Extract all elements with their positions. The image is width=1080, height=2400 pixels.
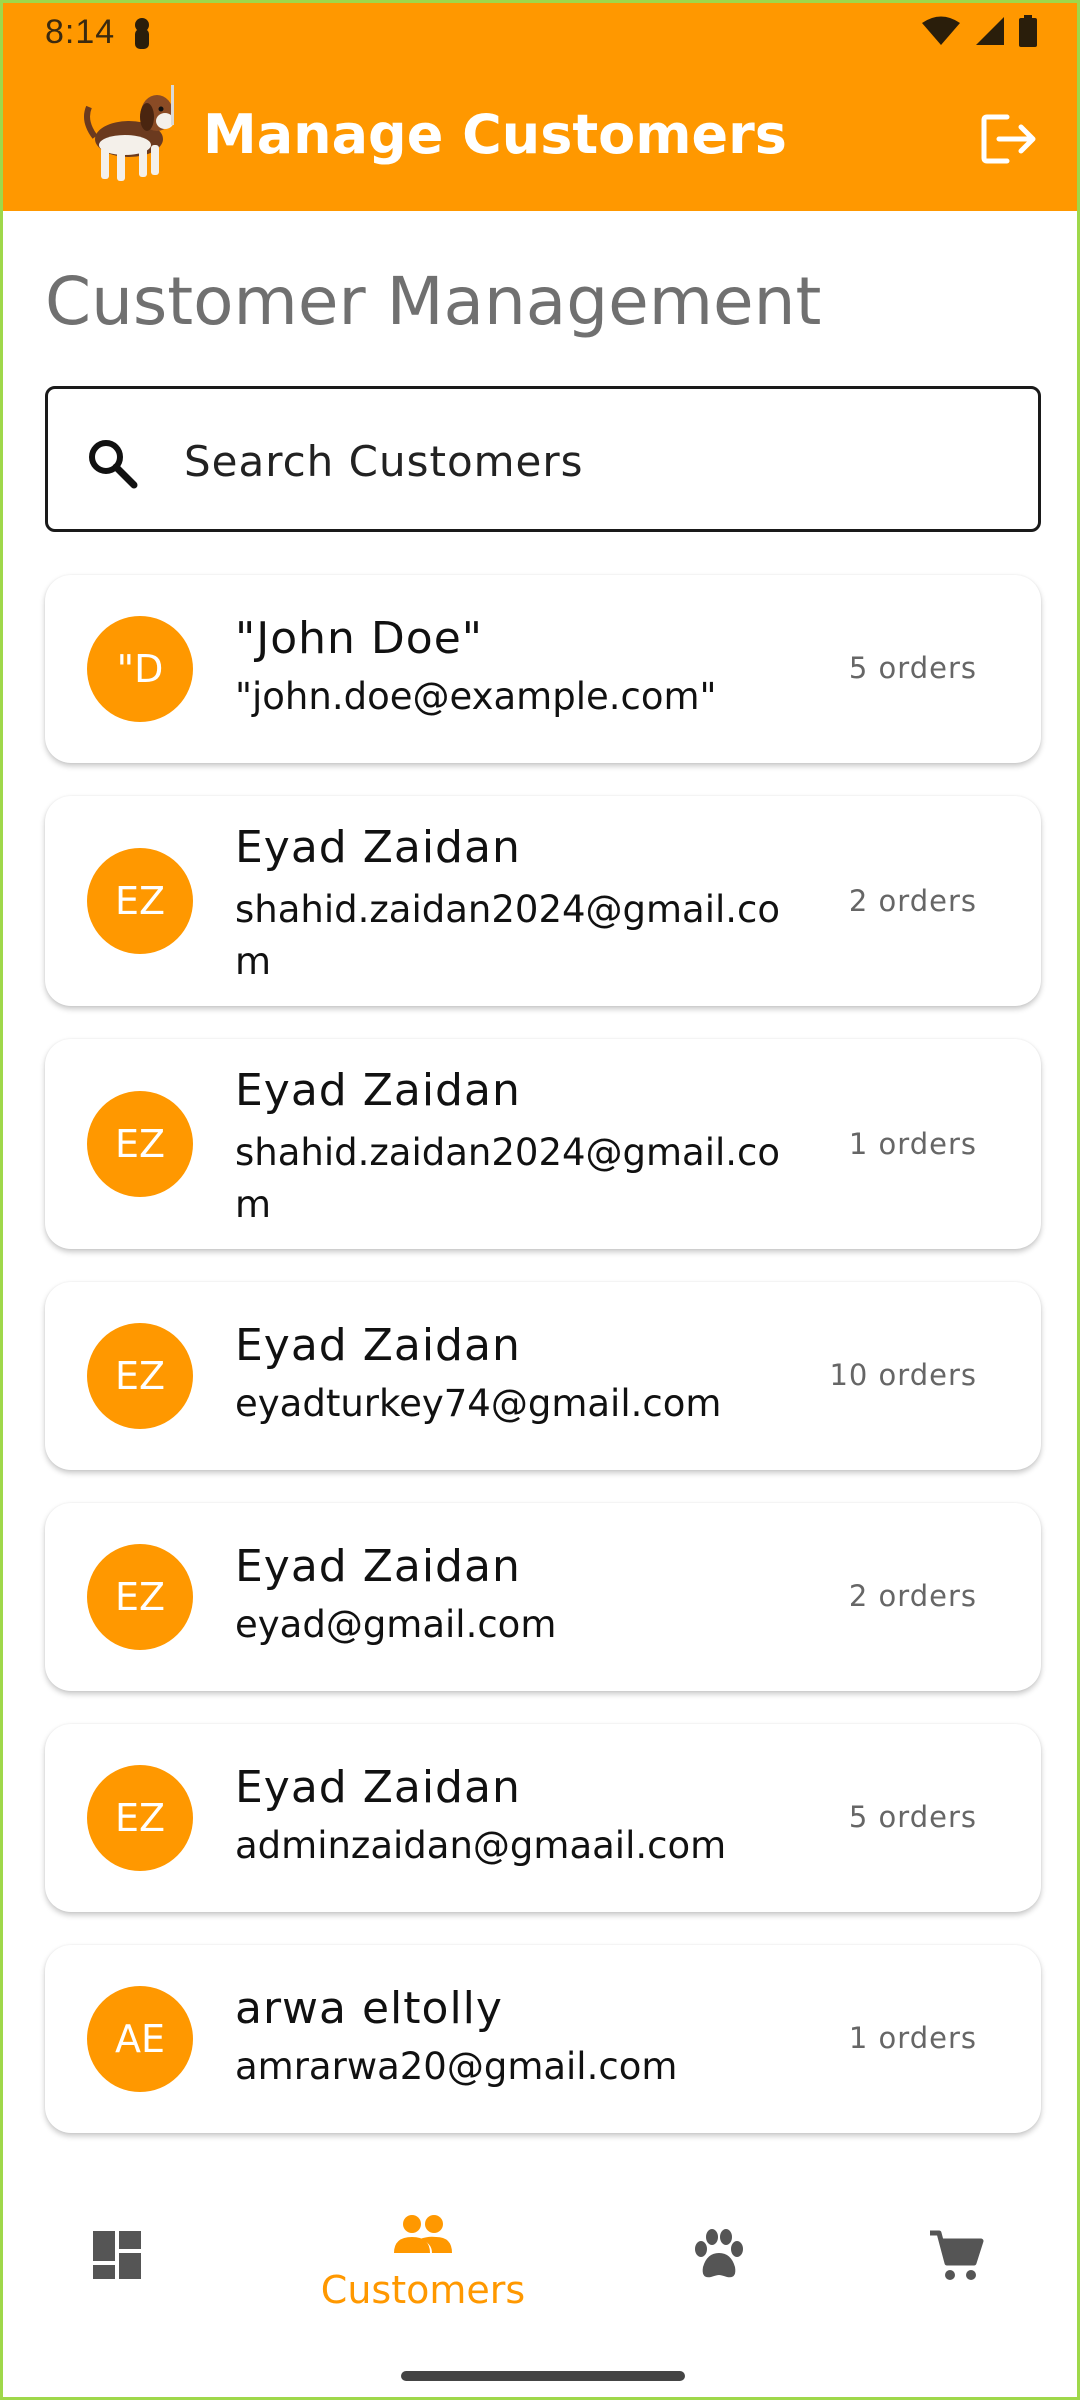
nav-cart[interactable] (928, 2229, 984, 2288)
nav-pets[interactable] (691, 2229, 747, 2286)
customer-name: Eyad Zaidan (235, 822, 521, 873)
nav-customers[interactable]: Customers (318, 2213, 528, 2312)
customer-card[interactable]: "D "John Doe" "john.doe@example.com" 5 o… (45, 575, 1041, 763)
order-count: 2 orders (848, 1579, 977, 1613)
dog-logo-icon (81, 81, 181, 185)
customer-card[interactable]: AE arwa eltolly amrarwa20@gmail.com 1 or… (45, 1945, 1041, 2133)
avatar: EZ (87, 1323, 193, 1429)
cart-icon (930, 2230, 984, 2280)
avatar: "D (87, 616, 193, 722)
customer-card[interactable]: EZ Eyad Zaidan adminzaidan@gmaail.com 5 … (45, 1724, 1041, 1912)
logout-icon (981, 114, 1036, 164)
customer-email: "john.doe@example.com" (235, 675, 717, 718)
bottom-navigation: Customers (3, 2183, 1077, 2397)
dashboard-icon (93, 2231, 141, 2279)
customer-email: eyadturkey74@gmail.com (235, 1382, 722, 1425)
customer-name: Eyad Zaidan (235, 1541, 521, 1592)
nav-label-customers: Customers (320, 2268, 526, 2312)
search-input[interactable] (184, 429, 1004, 493)
status-icons (921, 15, 1037, 47)
customer-name: "John Doe" (235, 613, 484, 664)
screen: 8:14 Manage Customers Customer Managemen… (0, 0, 1080, 2400)
customer-email: shahid.zaidan2024@gmail.com (235, 888, 781, 983)
signal-icon (976, 17, 1004, 45)
avatar: EZ (87, 1544, 193, 1650)
customer-email: eyad@gmail.com (235, 1603, 557, 1646)
customer-name: arwa eltolly (235, 1983, 503, 2034)
avatar: EZ (87, 1765, 193, 1871)
customer-email: amrarwa20@gmail.com (235, 2045, 678, 2088)
wifi-icon (922, 16, 960, 45)
search-icon (89, 440, 138, 489)
notification-icon (131, 17, 153, 60)
customer-card[interactable]: EZ Eyad Zaidan shahid.zaidan2024@gmail.c… (45, 1039, 1041, 1249)
customer-name: Eyad Zaidan (235, 1065, 521, 1116)
avatar: EZ (87, 848, 193, 954)
customer-card[interactable]: EZ Eyad Zaidan eyad@gmail.com 2 orders (45, 1503, 1041, 1691)
order-count: 5 orders (848, 1800, 977, 1834)
order-count: 5 orders (848, 651, 977, 685)
app-bar: 8:14 Manage Customers (3, 3, 1077, 211)
avatar: AE (87, 1986, 193, 2092)
customer-email: shahid.zaidan2024@gmail.com (235, 1131, 781, 1226)
customer-card[interactable]: EZ Eyad Zaidan eyadturkey74@gmail.com 10… (45, 1282, 1041, 1470)
page-title: Customer Management (45, 263, 822, 340)
customer-list: "D "John Doe" "john.doe@example.com" 5 o… (45, 575, 1041, 2166)
nav-dashboard[interactable] (91, 2229, 143, 2286)
app-title: Manage Customers (203, 103, 787, 166)
battery-icon (1019, 15, 1037, 47)
customer-name: Eyad Zaidan (235, 1320, 521, 1371)
order-count: 1 orders (848, 1127, 977, 1161)
order-count: 10 orders (829, 1358, 977, 1392)
paw-icon (695, 2229, 743, 2278)
customer-email: adminzaidan@gmaail.com (235, 1824, 727, 1867)
order-count: 1 orders (848, 2021, 977, 2055)
customer-name: Eyad Zaidan (235, 1762, 521, 1813)
search-box[interactable] (45, 386, 1041, 532)
order-count: 2 orders (848, 884, 977, 918)
avatar: EZ (87, 1091, 193, 1197)
logout-button[interactable] (977, 107, 1041, 171)
status-time: 8:14 (45, 13, 116, 51)
status-bar: 8:14 (3, 3, 1077, 63)
customer-card[interactable]: EZ Eyad Zaidan shahid.zaidan2024@gmail.c… (45, 796, 1041, 1006)
people-icon (394, 2215, 452, 2253)
home-indicator[interactable] (401, 2371, 685, 2381)
